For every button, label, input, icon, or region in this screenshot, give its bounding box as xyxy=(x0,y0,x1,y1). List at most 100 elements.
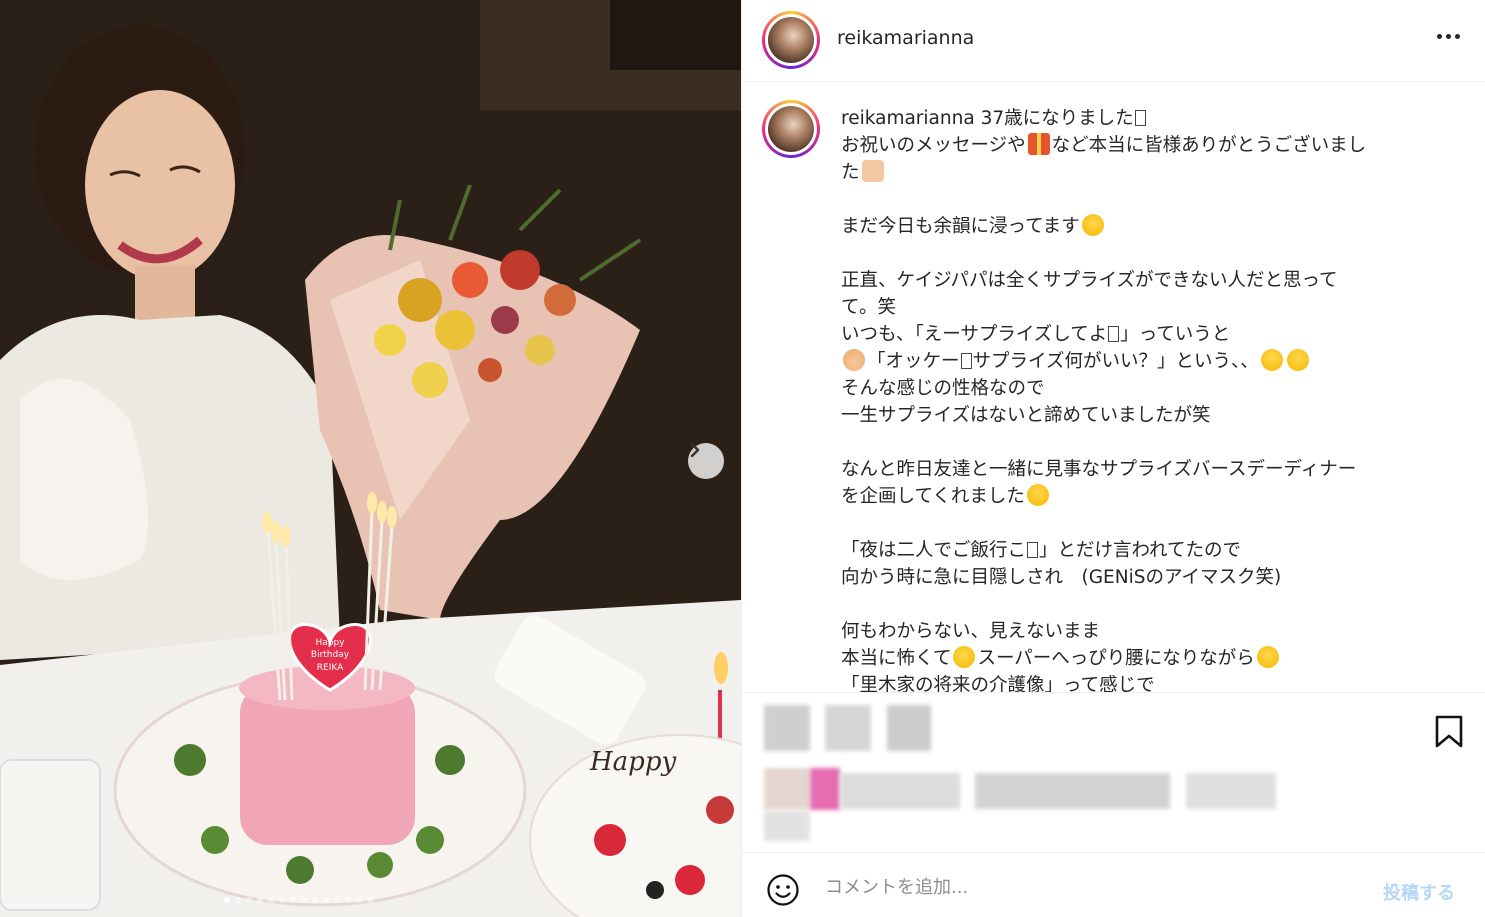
caption-avatar-image xyxy=(768,106,814,152)
carousel-dot xyxy=(323,897,329,903)
plate-text: Happy xyxy=(589,747,676,777)
caption-text: お祝いのメッセージや xyxy=(841,135,1026,156)
post-comment-button[interactable]: 投稿する xyxy=(1383,879,1455,905)
comment-bar: 投稿する xyxy=(742,852,1485,917)
caption-text: 何もわからない、見えないまま xyxy=(841,621,1101,642)
carousel-dot xyxy=(345,897,351,903)
post-photo[interactable]: Happy Birthday REIKA Happy xyxy=(0,0,741,917)
caption-avatar[interactable] xyxy=(762,100,820,158)
caption-text: 向かう時に急に目隠しされ (GENiSのアイマスク笑) xyxy=(841,567,1282,588)
post-header: reikamarianna xyxy=(742,0,1485,82)
carousel-dot xyxy=(312,897,318,903)
caption-text: 本当に怖くて xyxy=(841,648,952,669)
caption-line: 「里木家の将来の介護像」って感じで xyxy=(841,672,1441,692)
carousel-dot xyxy=(301,897,307,903)
caption-text: 「里木家の将来の介護像」って感じで xyxy=(841,675,1155,692)
caption-line: 正直、ケイジパパは全くサプライズができない人だと思って xyxy=(841,267,1441,294)
carousel-dot xyxy=(367,897,373,903)
likes-text-obscured xyxy=(840,773,960,809)
tears-of-joy-icon xyxy=(1260,349,1283,371)
author-username[interactable]: reikamarianna xyxy=(837,27,974,49)
liked-by-avatar-obscured xyxy=(810,768,840,810)
gift-icon xyxy=(1027,133,1050,155)
man-face-icon xyxy=(843,349,865,371)
unsupported-glyph-icon xyxy=(1134,110,1146,126)
caption-text: 「夜は二人でご飯行こ xyxy=(841,540,1027,561)
carousel-dot xyxy=(268,897,274,903)
caption-line: 「オッケー サプライズ何がいい？」という、、 xyxy=(841,348,1441,375)
bookmark-icon[interactable] xyxy=(1434,715,1464,753)
unsupported-glyph-icon xyxy=(1108,326,1120,342)
post-caption: reikamarianna 37歳になりました お祝いのメッセージや など本当に皆… xyxy=(841,105,1441,692)
caption-line: た xyxy=(841,159,1441,186)
chevron-right-icon xyxy=(690,443,700,457)
post-modal: Happy Birthday REIKA Happy reikamarianna… xyxy=(0,0,1485,917)
caption-line: 何もわからない、見えないまま xyxy=(841,618,1441,645)
caption-text: 一生サプライズはないと諦めていましたが笑 xyxy=(841,405,1211,426)
carousel-dot xyxy=(224,897,230,903)
caption-text: なんと昨日友達と一緒に見事なサプライズバースデーディナー xyxy=(841,459,1357,480)
cake-text-name: REIKA xyxy=(317,663,344,673)
caption-text: 37歳になりました xyxy=(980,108,1134,129)
caption-text: など本当に皆様ありがとうございまし xyxy=(1051,135,1367,156)
post-actions xyxy=(742,692,1485,852)
caption-text: いつも、「えーサプライズしてよ xyxy=(841,324,1108,345)
caption-text: 「オッケー xyxy=(867,351,960,372)
photo-illustration: Happy Birthday REIKA Happy xyxy=(0,0,741,917)
caption-text: 」っていうと xyxy=(1120,324,1231,345)
carousel-dot xyxy=(290,897,296,903)
tears-of-joy-icon xyxy=(1256,646,1279,668)
caption-text: 正直、ケイジパパは全くサプライズができない人だと思って xyxy=(841,270,1338,291)
carousel-next-button[interactable] xyxy=(688,443,724,479)
likes-text-obscured xyxy=(975,773,1170,809)
timestamp-obscured xyxy=(764,811,810,841)
caption-username[interactable]: reikamarianna xyxy=(841,108,975,129)
tears-of-joy-icon xyxy=(1286,349,1309,371)
caption-line: を企画してくれました xyxy=(841,483,1441,510)
smiley-face-icon xyxy=(767,874,799,906)
caption-line: いつも、「えーサプライズしてよ 」っていうと xyxy=(841,321,1441,348)
author-avatar[interactable] xyxy=(762,11,820,69)
caption-line: まだ今日も余韻に浸ってます xyxy=(841,213,1441,240)
liked-by-avatar-obscured xyxy=(764,768,810,810)
carousel-dot xyxy=(235,897,241,903)
carousel-dot xyxy=(279,897,285,903)
pray-icon xyxy=(861,160,884,182)
carousel-dot xyxy=(246,897,252,903)
crying-face-icon xyxy=(1026,484,1049,506)
smiley-icon[interactable] xyxy=(766,873,800,911)
comment-input[interactable] xyxy=(825,875,1345,899)
carousel-indicator xyxy=(224,897,373,903)
carousel-dot xyxy=(334,897,340,903)
cake-text-happy: Happy xyxy=(315,638,345,648)
crying-face-icon xyxy=(1081,214,1104,236)
profile-avatar-image xyxy=(768,17,814,63)
caption-line: なんと昨日友達と一緒に見事なサプライズバースデーディナー xyxy=(841,456,1441,483)
caption-line: て。笑 xyxy=(841,294,1441,321)
likes-text-obscured xyxy=(1186,773,1276,809)
share-icon-obscured[interactable] xyxy=(887,705,931,751)
caption-text: た xyxy=(841,162,860,183)
like-icon-obscured[interactable] xyxy=(764,705,810,751)
caption-line: そんな感じの性格なので xyxy=(841,375,1441,402)
caption-text: そんな感じの性格なので xyxy=(841,378,1045,399)
carousel-dot xyxy=(356,897,362,903)
more-horizontal-icon[interactable] xyxy=(1437,34,1460,39)
rofl-icon xyxy=(949,642,980,672)
unsupported-glyph-icon xyxy=(1027,542,1039,558)
caption-text: スーパーへっぴり腰になりながら xyxy=(977,648,1255,669)
caption-text: て。笑 xyxy=(841,297,896,318)
cake-text-birthday: Birthday xyxy=(311,650,350,660)
comment-icon-obscured[interactable] xyxy=(825,705,871,751)
caption-line: 「夜は二人でご飯行こ 」とだけ言われてたので xyxy=(841,537,1441,564)
carousel-dot xyxy=(257,897,263,903)
caption-line: reikamarianna 37歳になりました xyxy=(841,105,1441,132)
caption-text: まだ今日も余韻に浸ってます xyxy=(841,216,1080,237)
caption-scroll[interactable]: reikamarianna 37歳になりました お祝いのメッセージや など本当に皆… xyxy=(742,82,1485,692)
caption-line: 本当に怖くて スーパーへっぴり腰になりながら xyxy=(841,642,1441,672)
caption-text: を企画してくれました xyxy=(841,486,1025,507)
unsupported-glyph-icon xyxy=(960,353,972,369)
bookmark-outline-icon xyxy=(1435,715,1463,748)
caption-line: お祝いのメッセージや など本当に皆様ありがとうございまし xyxy=(841,132,1441,159)
caption-line: 向かう時に急に目隠しされ (GENiSのアイマスク笑) xyxy=(841,564,1441,591)
